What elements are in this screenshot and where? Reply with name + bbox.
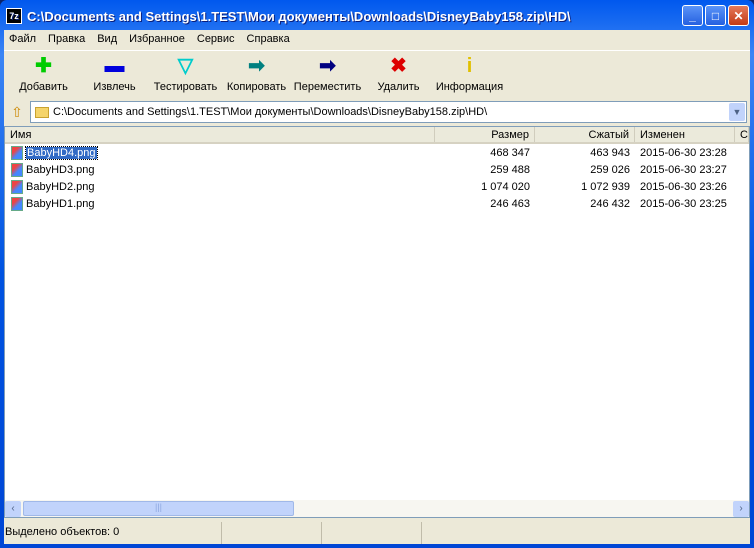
- file-modified: 2015-06-30 23:27: [640, 163, 727, 176]
- file-packed: 246 432: [590, 197, 630, 210]
- column-packed[interactable]: Сжатый: [535, 127, 635, 142]
- file-packed: 259 026: [590, 163, 630, 176]
- file-name: BabyHD1.png: [26, 197, 95, 210]
- menu-item[interactable]: Файл: [8, 33, 37, 45]
- scroll-left-icon[interactable]: ‹: [5, 500, 21, 517]
- address-bar: ⇧ C:\Documents and Settings\1.TEST\Мои д…: [4, 100, 750, 124]
- column-modified[interactable]: Изменен: [635, 127, 735, 142]
- toolbar-label: Добавить: [19, 81, 68, 93]
- title-bar: 7z C:\Documents and Settings\1.TEST\Мои …: [6, 6, 674, 26]
- info-icon: i: [466, 55, 473, 77]
- plus-icon: ✚: [35, 55, 52, 77]
- toolbar-label: Удалить: [377, 81, 420, 93]
- file-list: Имя Размер Сжатый Изменен С BabyHD4.png 4…: [4, 126, 750, 518]
- menu-item[interactable]: Избранное: [128, 33, 186, 45]
- folder-icon: [35, 106, 49, 118]
- png-file-icon: [11, 145, 23, 160]
- status-pane-4: [422, 522, 750, 544]
- window-title: C:\Documents and Settings\1.TEST\Мои док…: [27, 8, 571, 24]
- file-packed: 1 072 939: [581, 180, 630, 193]
- file-name: BabyHD3.png: [26, 163, 95, 176]
- toolbar-label: Тестировать: [153, 81, 218, 93]
- horizontal-scrollbar[interactable]: ‹ ||| ›: [5, 500, 749, 517]
- toolbar-button-3[interactable]: ➡ Копировать: [221, 51, 292, 98]
- address-input[interactable]: C:\Documents and Settings\1.TEST\Мои док…: [30, 101, 747, 123]
- toolbar-button-4[interactable]: ➡ Переместить: [292, 51, 363, 98]
- png-file-icon: [11, 196, 23, 211]
- scrollbar-thumb[interactable]: |||: [23, 501, 294, 516]
- file-modified: 2015-06-30 23:28: [640, 146, 727, 159]
- address-text: C:\Documents and Settings\1.TEST\Мои док…: [53, 106, 488, 118]
- column-created[interactable]: С: [735, 127, 749, 142]
- toolbar-label: Переместить: [293, 81, 362, 93]
- scroll-right-icon[interactable]: ›: [733, 500, 749, 517]
- delete-icon: ✖: [390, 55, 407, 77]
- toolbar-button-5[interactable]: ✖ Удалить: [363, 51, 434, 98]
- file-packed: 463 943: [590, 146, 630, 159]
- column-name[interactable]: Имя: [5, 127, 435, 142]
- minus-icon: ▬: [104, 55, 125, 77]
- check-icon: ▽: [177, 55, 194, 77]
- menu-bar: Файл Правка Вид Избранное Сервис Справка: [4, 30, 750, 48]
- app-icon[interactable]: 7z: [6, 8, 22, 24]
- table-row[interactable]: BabyHD4.png 468 347 463 943 2015-06-30 23:2…: [5, 144, 749, 161]
- column-size[interactable]: Размер: [435, 127, 535, 142]
- toolbar-label: Копировать: [226, 81, 287, 93]
- toolbar-button-1[interactable]: ▬ Извлечь: [79, 51, 150, 98]
- close-button[interactable]: ✕: [728, 5, 749, 26]
- png-file-icon: [11, 179, 23, 194]
- file-size: 1 074 020: [481, 180, 530, 193]
- column-headers: Имя Размер Сжатый Изменен С: [5, 127, 749, 144]
- file-size: 468 347: [490, 146, 530, 159]
- status-selected: Выделено объектов: 0: [4, 522, 222, 544]
- status-pane-2: [222, 522, 322, 544]
- copy-arrow-icon: ➡: [248, 55, 265, 77]
- table-row[interactable]: BabyHD1.png 246 463 246 432 2015-06-30 23:2…: [5, 195, 749, 212]
- menu-item[interactable]: Сервис: [196, 33, 236, 45]
- file-modified: 2015-06-30 23:25: [640, 197, 727, 210]
- toolbar-button-6[interactable]: i Информация: [434, 51, 505, 98]
- file-modified: 2015-06-30 23:26: [640, 180, 727, 193]
- toolbar-label: Информация: [435, 81, 504, 93]
- file-size: 246 463: [490, 197, 530, 210]
- window: 7z C:\Documents and Settings\1.TEST\Мои …: [0, 0, 754, 548]
- maximize-button[interactable]: □: [705, 5, 726, 26]
- chevron-down-icon[interactable]: ▼: [729, 103, 745, 121]
- status-bar: Выделено объектов: 0: [4, 522, 750, 544]
- menu-item[interactable]: Справка: [246, 33, 291, 45]
- table-row[interactable]: BabyHD2.png 1 074 020 1 072 939 2015-06-30 …: [5, 178, 749, 195]
- png-file-icon: [11, 162, 23, 177]
- status-pane-3: [322, 522, 422, 544]
- file-name: BabyHD2.png: [26, 180, 95, 193]
- file-size: 259 488: [490, 163, 530, 176]
- file-name: BabyHD4.png: [25, 145, 98, 160]
- toolbar-button-2[interactable]: ▽ Тестировать: [150, 51, 221, 98]
- move-arrow-icon: ➡: [319, 55, 336, 77]
- menu-item[interactable]: Вид: [96, 33, 118, 45]
- up-folder-icon[interactable]: ⇧: [4, 104, 30, 121]
- toolbar: ✚ Добавить ▬ Извлечь ▽ Тестировать ➡ Копировать…: [4, 50, 750, 98]
- table-row[interactable]: BabyHD3.png 259 488 259 026 2015-06-30 23:2…: [5, 161, 749, 178]
- toolbar-label: Извлечь: [93, 81, 136, 93]
- minimize-button[interactable]: _: [682, 5, 703, 26]
- menu-item[interactable]: Правка: [47, 33, 86, 45]
- toolbar-button-0[interactable]: ✚ Добавить: [8, 51, 79, 98]
